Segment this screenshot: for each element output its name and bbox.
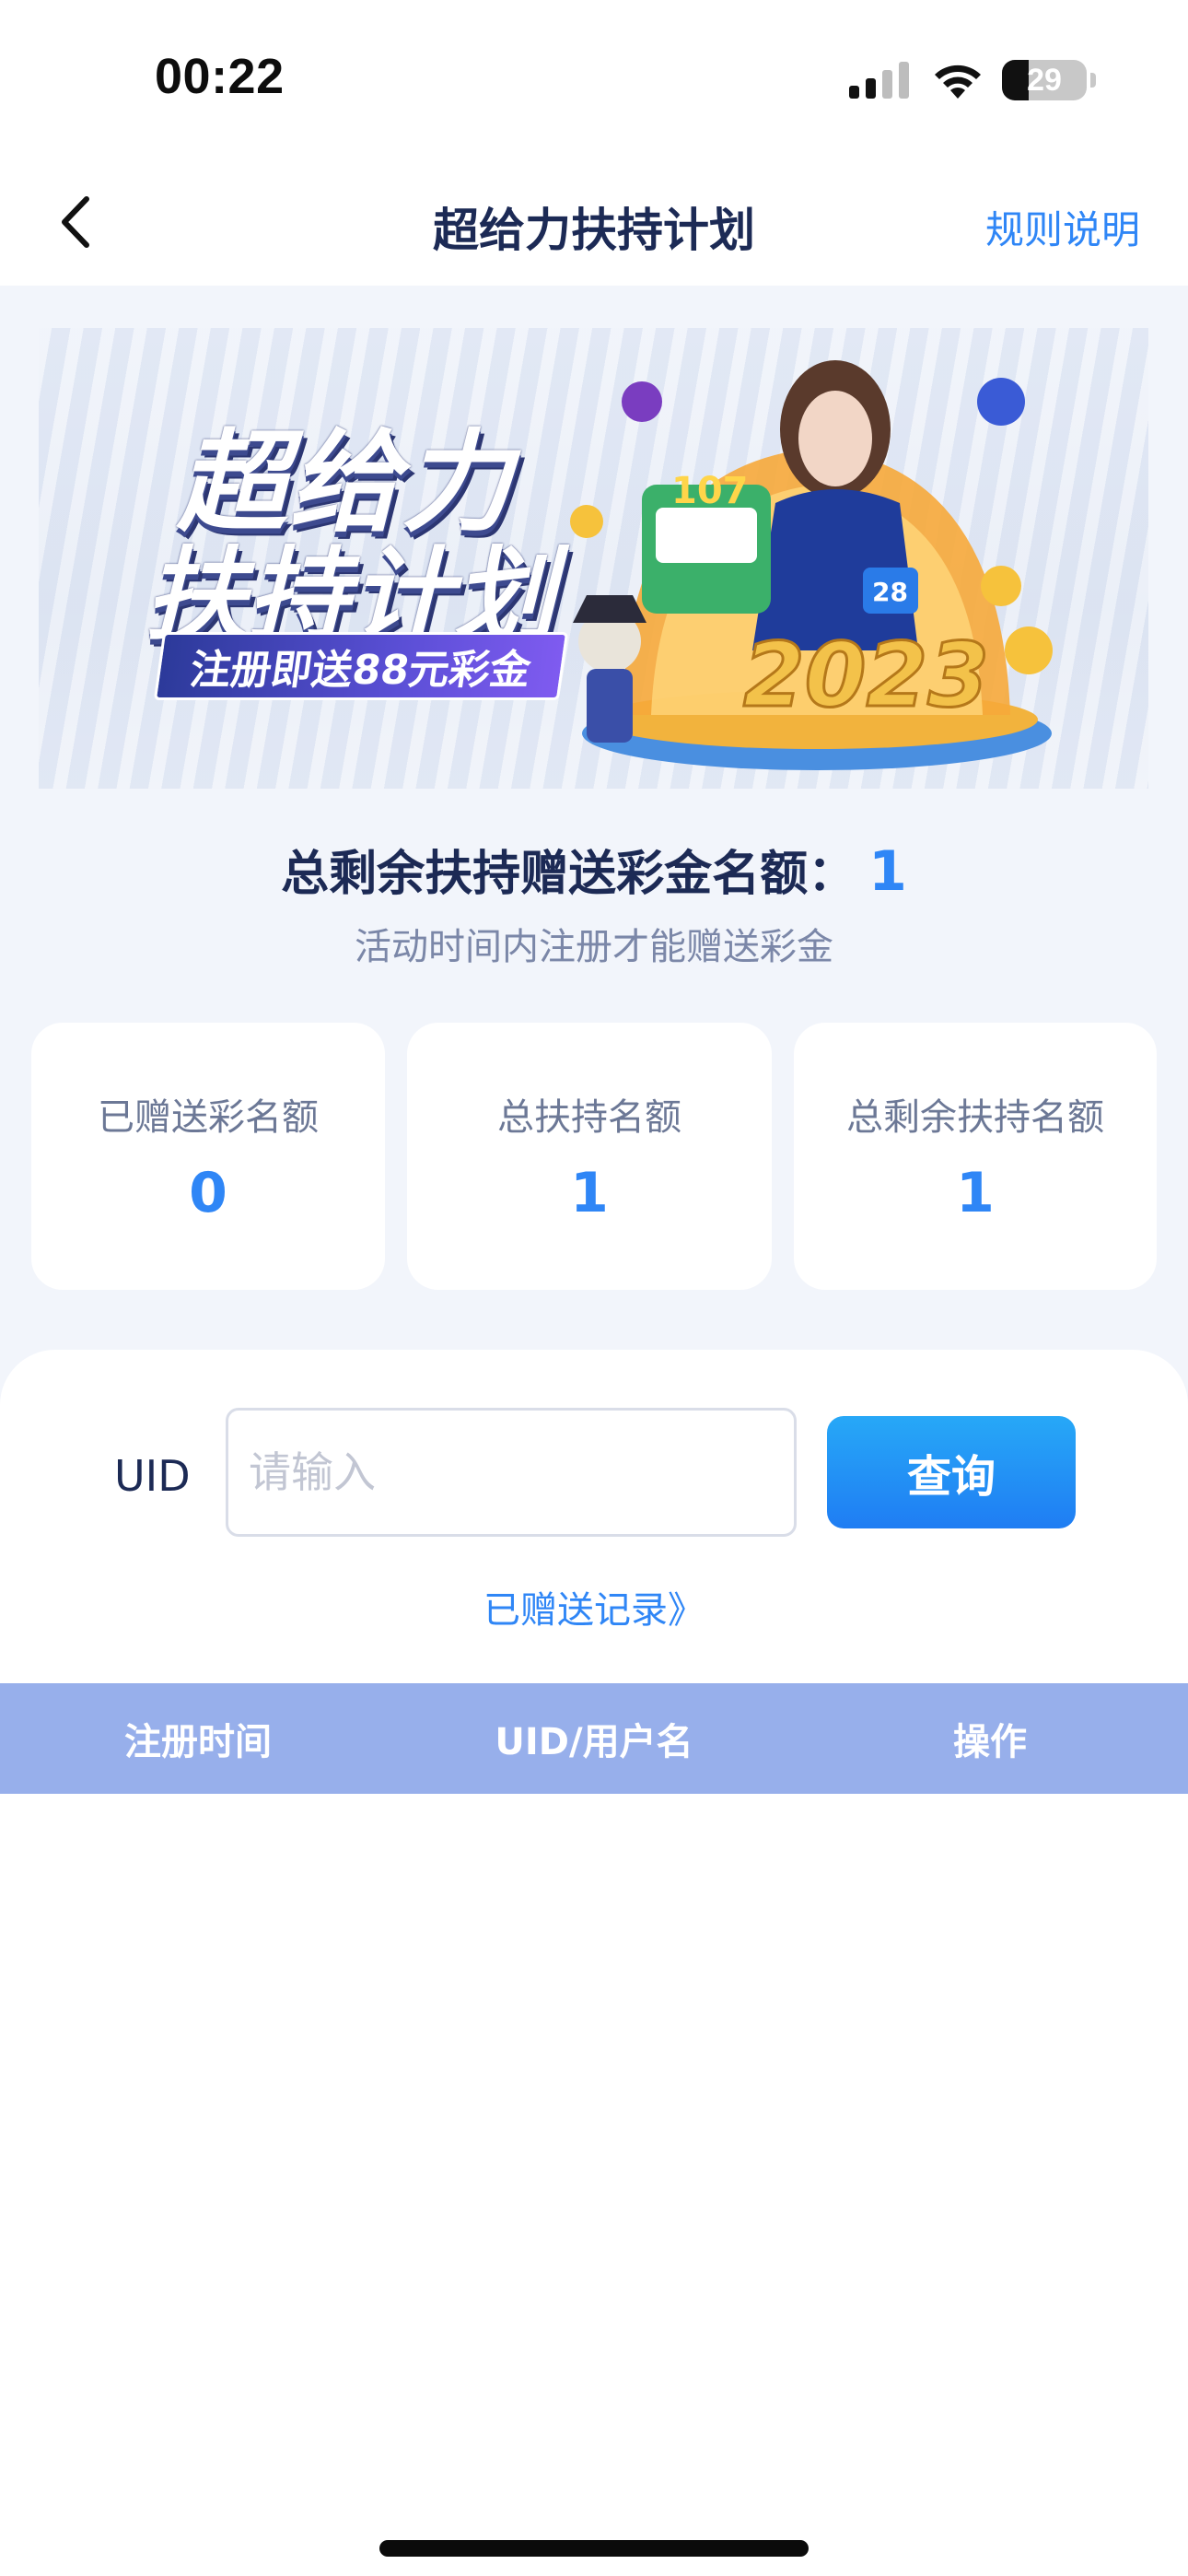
total-remaining-value: 1 — [868, 839, 907, 904]
status-bar: 00:22 29 — [0, 0, 1188, 157]
wifi-icon — [935, 64, 981, 99]
column-header-register-time: 注册时间 — [124, 1721, 272, 1763]
stat-card-total-support: 总扶持名额 1 — [407, 1023, 772, 1290]
total-remaining-label: 总剩余扶持赠送彩金名额： — [281, 847, 856, 902]
promo-banner: 超给力 扶持计划 注册即送88元彩金 107 28 2023 — [39, 328, 1148, 789]
status-icons: 29 — [849, 57, 1096, 103]
column-header-action: 操作 — [953, 1721, 1027, 1763]
table-body — [0, 1794, 1188, 2512]
banner-art-text-28: 28 — [872, 577, 908, 607]
banner-art-text-2023: 2023 — [743, 624, 989, 727]
stat-value: 1 — [956, 1161, 995, 1225]
home-indicator[interactable] — [379, 2540, 809, 2557]
signal-icon — [849, 62, 909, 99]
status-time: 00:22 — [155, 49, 285, 104]
stat-label: 总扶持名额 — [497, 1096, 681, 1139]
column-header-uid-username: UID/用户名 — [495, 1721, 693, 1763]
banner-tagline: 注册即送88元彩金 — [153, 632, 569, 700]
stat-value: 0 — [189, 1161, 227, 1225]
uid-input[interactable] — [226, 1408, 797, 1537]
stat-label: 已赠送彩名额 — [98, 1096, 319, 1139]
rules-link[interactable]: 规则说明 — [985, 199, 1140, 255]
battery-icon: 29 — [1002, 60, 1096, 100]
stat-card-gifted: 已赠送彩名额 0 — [31, 1023, 385, 1290]
query-panel: UID 查询 已赠送记录》 注册时间 UID/用户名 操作 — [0, 1350, 1188, 2576]
total-remaining-line: 总剩余扶持赠送彩金名额： 1 — [0, 835, 1188, 904]
banner-illustration: 107 28 2023 — [570, 360, 1053, 770]
stat-value: 1 — [570, 1161, 609, 1225]
activity-note: 活动时间内注册才能赠送彩金 — [355, 926, 833, 968]
battery-level: 29 — [1027, 62, 1062, 98]
query-button[interactable]: 查询 — [827, 1416, 1076, 1528]
nav-bar: 超给力扶持计划 规则说明 — [0, 157, 1188, 286]
banner-art-text-107: 107 — [671, 470, 749, 512]
stat-card-remaining-support: 总剩余扶持名额 1 — [794, 1023, 1157, 1290]
table-header: 注册时间 UID/用户名 操作 — [0, 1683, 1188, 1794]
gift-records-link[interactable]: 已赠送记录》 — [0, 1580, 1188, 1633]
uid-label: UID — [114, 1451, 191, 1501]
stat-label: 总剩余扶持名额 — [846, 1096, 1104, 1139]
